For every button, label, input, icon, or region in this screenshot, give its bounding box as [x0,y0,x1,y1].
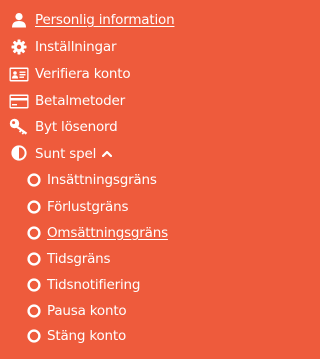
submenu-item-forlustgrans[interactable]: Förlustgräns [0,196,170,218]
submenu-item-label: Pausa konto [47,303,127,319]
submenu-item-label: Stäng konto [47,328,127,344]
menu-item-label: Verifiera konto [35,66,131,82]
menu-item-label: Inställningar [35,39,117,55]
menu-item-label: Personlig information [35,12,175,28]
submenu-item-tidsgrans[interactable]: Tidsgräns [0,248,160,270]
submenu-item-label: Tidsnotifiering [47,277,141,293]
circle-icon [23,197,45,217]
circle-icon [23,326,45,346]
user-icon [8,10,30,30]
circle-icon [23,301,45,321]
account-menu: Personlig information Inställningar Veri… [0,0,204,359]
menu-item-verifiera-konto[interactable]: Verifiera konto [0,63,170,85]
id-card-icon [8,64,30,84]
menu-item-personlig-information[interactable]: Personlig information [0,9,200,31]
chevron-up-icon[interactable] [102,145,113,161]
submenu-item-insattningsgrans[interactable]: Insättningsgräns [0,169,180,191]
menu-item-installningar[interactable]: Inställningar [0,36,160,58]
menu-item-label: Byt lösenord [35,119,118,135]
menu-item-byt-losenord[interactable]: Byt lösenord [0,116,160,138]
menu-item-label: Betalmetoder [35,93,125,109]
key-icon [8,117,30,137]
submenu-item-label: Insättningsgräns [47,172,157,188]
submenu-item-stang-konto[interactable]: Stäng konto [0,325,170,347]
circle-icon [23,170,45,190]
circle-icon [23,223,45,243]
circle-icon [23,275,45,295]
credit-card-icon [8,91,30,111]
menu-item-label: Sunt spel [35,145,97,162]
menu-item-sunt-spel[interactable]: Sunt spel [0,142,160,164]
submenu-item-pausa-konto[interactable]: Pausa konto [0,300,170,322]
menu-item-betalmetoder[interactable]: Betalmetoder [0,90,160,112]
menu-item-label-wrap: Sunt spel [35,145,113,162]
submenu-item-omsattningsgrans[interactable]: Omsättningsgräns [0,222,190,244]
submenu-item-label: Förlustgräns [47,199,129,215]
submenu-item-label: Tidsgräns [47,251,111,267]
half-circle-icon [8,143,30,163]
submenu-item-tidsnotifiering[interactable]: Tidsnotifiering [0,274,180,296]
gear-icon [8,37,30,57]
circle-icon [23,249,45,269]
submenu-item-label: Omsättningsgräns [47,225,168,241]
